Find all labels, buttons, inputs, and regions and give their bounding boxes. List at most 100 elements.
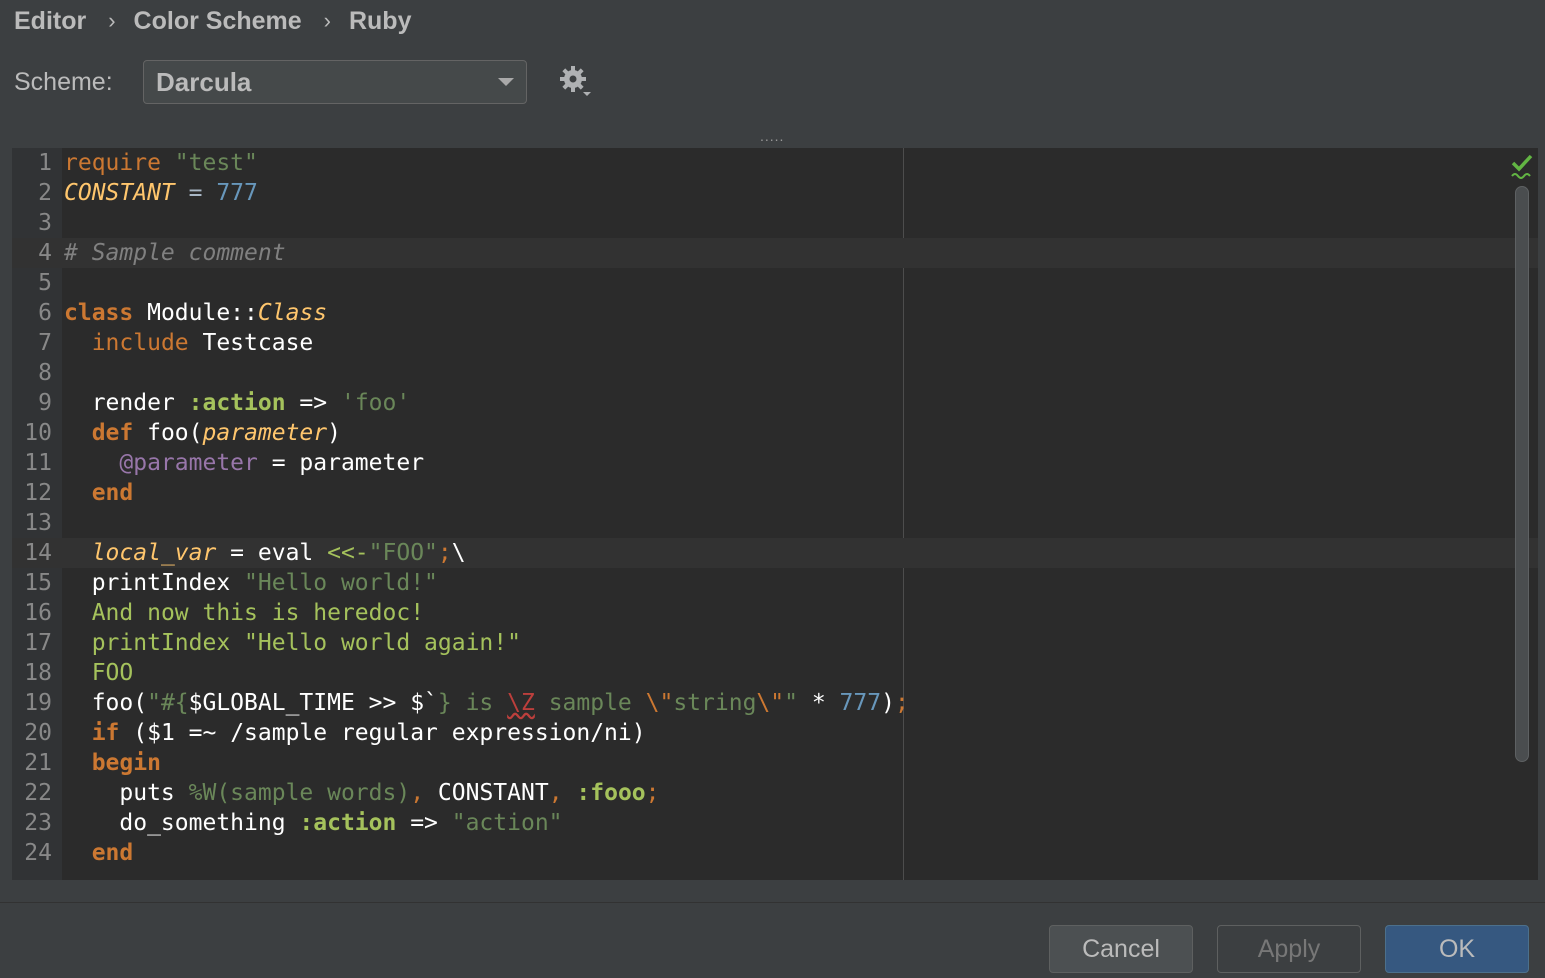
ok-button[interactable]: OK xyxy=(1385,925,1529,973)
code-line[interactable]: 4 # Sample comment xyxy=(12,238,1538,268)
code-token: } is xyxy=(437,690,508,716)
code-token: end xyxy=(91,480,134,506)
line-number: 6 xyxy=(38,300,52,326)
code-token: def xyxy=(91,420,134,446)
code-token: ; xyxy=(894,690,909,716)
code-line[interactable]: 17 printIndex "Hello world again!" xyxy=(12,628,1538,658)
code-text: class Module::Class xyxy=(64,298,327,328)
code-line[interactable]: 1 require "test" xyxy=(12,148,1538,178)
line-number: 16 xyxy=(24,600,52,626)
code-text: puts %W(sample words), CONSTANT, :fooo; xyxy=(64,778,659,808)
code-token: ) xyxy=(881,690,895,716)
gear-icon[interactable] xyxy=(559,65,593,99)
code-text: do_something :action => "action" xyxy=(64,808,562,838)
code-token: \ xyxy=(451,540,466,566)
code-token: do_something xyxy=(119,810,300,836)
code-token: 777 xyxy=(216,180,258,206)
scheme-row: Scheme: Darcula xyxy=(14,58,593,106)
code-line[interactable]: 2 CONSTANT = 777 xyxy=(12,178,1538,208)
breadcrumb-item-editor[interactable]: Editor xyxy=(14,7,86,36)
code-text: FOO xyxy=(64,658,134,688)
code-token: printIndex xyxy=(91,570,245,596)
code-line[interactable]: 23 do_something :action => "action" xyxy=(12,808,1538,838)
code-line[interactable]: 21 begin xyxy=(12,748,1538,778)
code-line[interactable]: 6 class Module::Class xyxy=(12,298,1538,328)
code-text: foo("#{$GLOBAL_TIME >> $`} is \Z sample … xyxy=(64,688,909,718)
code-line[interactable]: 18 FOO xyxy=(12,658,1538,688)
code-text: end xyxy=(64,478,134,508)
code-text: if ($1 =~ /sample regular expression/ni) xyxy=(64,718,646,748)
code-line[interactable]: 7 include Testcase xyxy=(12,328,1538,358)
code-text: printIndex "Hello world again!" xyxy=(64,628,521,658)
code-token: render xyxy=(91,390,189,416)
code-line[interactable]: 13 xyxy=(12,508,1538,538)
code-token: "FOO" xyxy=(368,540,438,566)
code-line[interactable]: 3 xyxy=(12,208,1538,238)
scheme-value: Darcula xyxy=(156,66,252,97)
code-token: %W(sample words) xyxy=(188,780,411,806)
code-token: <<- xyxy=(327,540,369,566)
code-token: end xyxy=(91,840,134,866)
code-text: CONSTANT = 777 xyxy=(64,178,258,208)
breadcrumb-item-color-scheme[interactable]: Color Scheme xyxy=(134,7,302,36)
code-token: include xyxy=(91,330,189,356)
code-token: => xyxy=(285,390,341,416)
code-line[interactable]: 16 And now this is heredoc! xyxy=(12,598,1538,628)
code-token: # Sample comment xyxy=(64,240,286,266)
splitter-handle[interactable]: ..... xyxy=(760,128,784,144)
code-text: include Testcase xyxy=(64,328,314,358)
code-preview[interactable]: 1 require "test" 2 CONSTANT = 777 3 4 # Sample… xyxy=(12,148,1538,880)
line-number: 7 xyxy=(38,330,52,356)
code-token: class xyxy=(64,300,134,326)
line-number: 12 xyxy=(24,480,52,506)
line-number: 22 xyxy=(24,780,52,806)
chevron-down-icon xyxy=(498,78,514,86)
breadcrumb-item-ruby: Ruby xyxy=(348,6,412,35)
code-token: string xyxy=(673,690,757,716)
code-line[interactable]: 24 end xyxy=(12,838,1538,868)
code-line[interactable]: 14 local_var = eval <<-"FOO";\ xyxy=(12,538,1538,568)
code-line[interactable]: 10 def foo(parameter) xyxy=(12,418,1538,448)
code-text: end xyxy=(64,838,134,868)
scheme-select[interactable]: Darcula xyxy=(143,60,527,104)
code-line[interactable]: 5 xyxy=(12,268,1538,298)
cancel-button[interactable]: Cancel xyxy=(1049,925,1193,973)
line-number: 4 xyxy=(38,240,52,266)
scheme-label: Scheme: xyxy=(14,67,113,96)
code-token: " xyxy=(784,690,798,716)
code-token: FOO xyxy=(91,660,134,686)
code-token: @parameter xyxy=(119,450,258,476)
code-token: /sample regular expression/ni) xyxy=(230,720,646,746)
code-line[interactable]: 8 xyxy=(12,358,1538,388)
line-number: 15 xyxy=(24,570,52,596)
check-icon[interactable] xyxy=(1510,154,1534,180)
code-line[interactable]: 19 foo("#{$GLOBAL_TIME >> $`} is \Z samp… xyxy=(12,688,1538,718)
line-number: 9 xyxy=(38,390,52,416)
code-text: begin xyxy=(64,748,161,778)
code-token: And now this is heredoc! xyxy=(91,600,425,626)
code-token: $GLOBAL_TIME >> $` xyxy=(188,690,438,716)
vertical-scrollbar[interactable] xyxy=(1515,186,1529,762)
code-token: * xyxy=(797,690,840,716)
code-line[interactable]: 9 render :action => 'foo' xyxy=(12,388,1538,418)
breadcrumb: Editor › Color Scheme › Ruby xyxy=(14,4,411,38)
code-line[interactable]: 22 puts %W(sample words), CONSTANT, :foo… xyxy=(12,778,1538,808)
code-line[interactable]: 20 if ($1 =~ /sample regular expression/… xyxy=(12,718,1538,748)
apply-button[interactable]: Apply xyxy=(1217,925,1361,973)
code-line[interactable]: 11 @parameter = parameter xyxy=(12,448,1538,478)
code-line[interactable]: 12 end xyxy=(12,478,1538,508)
line-number: 11 xyxy=(24,450,52,476)
code-token: foo( xyxy=(91,690,148,716)
code-token: sample xyxy=(534,690,646,716)
code-text: def foo(parameter) xyxy=(64,418,341,448)
code-token: "#{ xyxy=(147,690,189,716)
code-line[interactable]: 15 printIndex "Hello world!" xyxy=(12,568,1538,598)
